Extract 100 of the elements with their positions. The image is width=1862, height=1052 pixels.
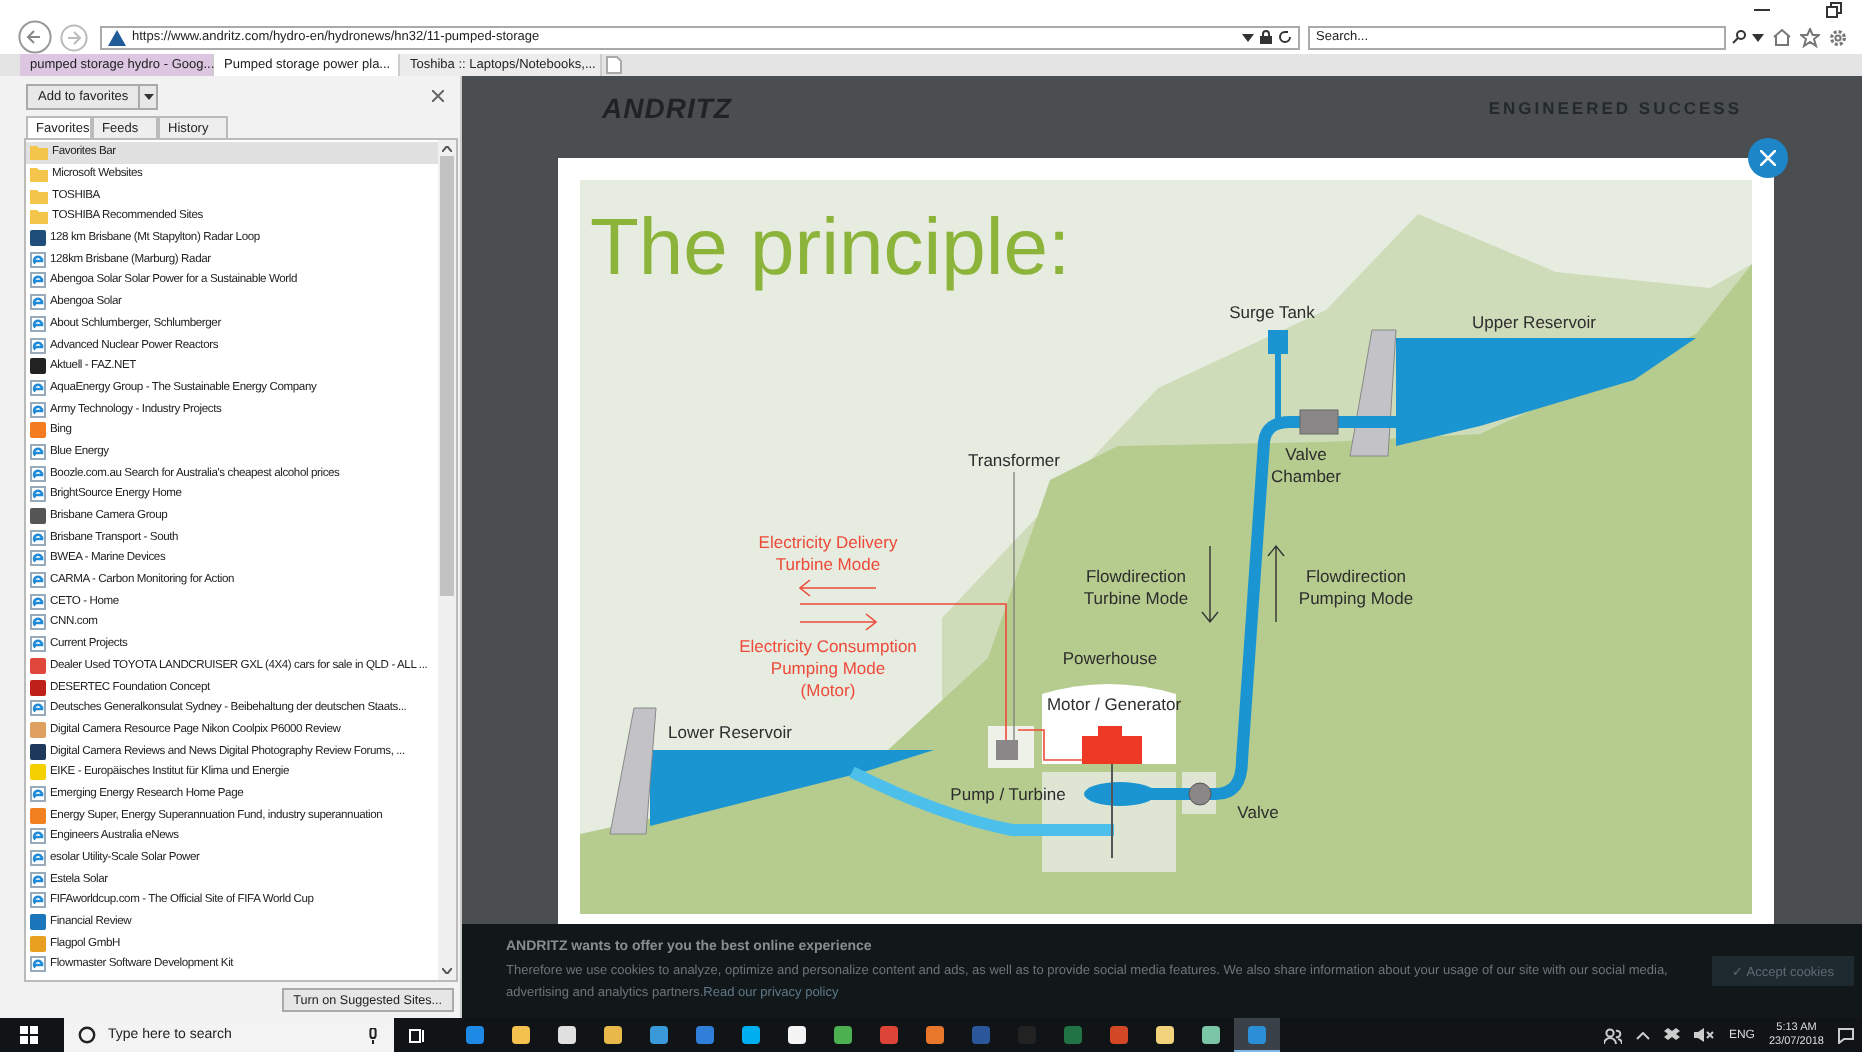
diagram-label: Valve (1237, 802, 1279, 822)
arrow-right-drawing (799, 613, 878, 631)
arrow-up-drawing (1267, 544, 1285, 623)
page-icon (30, 892, 46, 909)
page-icon (30, 294, 46, 311)
close-button[interactable] (1748, 138, 1788, 178)
site-icon (30, 508, 46, 525)
app-icon (880, 1026, 898, 1044)
scrollbar[interactable] (438, 140, 456, 980)
app-icon (972, 1026, 990, 1044)
app-icon (512, 1026, 530, 1044)
diagram-label: Pump / Turbine (950, 784, 1066, 804)
refresh-icon[interactable] (1278, 30, 1292, 44)
app-icon (1110, 1026, 1128, 1044)
diagram-label: Electricity Delivery Turbine Mode (758, 532, 898, 574)
chevron-up-icon[interactable] (1636, 1031, 1651, 1039)
settings-icon[interactable] (1828, 27, 1848, 47)
caret-icon[interactable] (1752, 33, 1764, 41)
surge-shaft-drawing (1275, 354, 1281, 422)
diagram-label: Flowdirection Pumping Mode (1298, 566, 1414, 608)
page-icon (30, 529, 46, 546)
diagram-label: Upper Reservoir (1472, 312, 1596, 332)
restore-icon[interactable] (1826, 2, 1842, 18)
arrow-left-drawing (798, 579, 877, 597)
back-icon[interactable] (18, 20, 52, 54)
caret-icon (143, 93, 154, 99)
shaft-line (1111, 759, 1113, 859)
page-icon (30, 850, 46, 867)
turbine-drawing (1084, 782, 1156, 806)
diagram-label: Surge Tank (1229, 302, 1315, 322)
page-icon (30, 315, 46, 332)
app-icon (1202, 1026, 1220, 1044)
dropdown-button[interactable] (140, 83, 159, 109)
search-icon (78, 1026, 96, 1044)
app-icon (926, 1026, 944, 1044)
app-icon (466, 1026, 484, 1044)
dam-drawing (609, 707, 657, 835)
app-icon (604, 1026, 622, 1044)
surge-tank-drawing (1268, 330, 1288, 354)
caret-icon[interactable] (1242, 33, 1254, 41)
page-icon (30, 871, 46, 888)
app-icon (558, 1026, 576, 1044)
site-icon (108, 29, 126, 45)
search-icon[interactable] (1732, 30, 1746, 44)
site-icon (30, 358, 46, 375)
box-icon[interactable] (1664, 1028, 1681, 1042)
page-icon (30, 486, 46, 503)
site-icon (30, 807, 46, 824)
app-icon (696, 1026, 714, 1044)
page-icon (30, 272, 46, 289)
diagram-label: Flowdirection Turbine Mode (1083, 566, 1189, 608)
app-icon (742, 1026, 760, 1044)
page-icon (30, 251, 46, 268)
app-icon (834, 1026, 852, 1044)
star-icon[interactable] (1800, 27, 1820, 47)
diagram-label: Motor / Generator (1046, 694, 1182, 714)
app-icon (1248, 1025, 1266, 1043)
lock-icon (1260, 30, 1272, 44)
page-icon (30, 550, 46, 567)
valve-chamber-drawing (1299, 409, 1339, 435)
task-view-icon[interactable] (408, 1027, 426, 1043)
site-icon (30, 422, 46, 439)
app-icon (1156, 1026, 1174, 1044)
page-icon (30, 379, 46, 396)
close-icon (1760, 150, 1776, 166)
diagram-label: Powerhouse (1062, 648, 1158, 668)
site-icon (30, 230, 46, 247)
scroll-thumb[interactable] (440, 156, 454, 596)
speaker-muted-icon[interactable] (1694, 1028, 1715, 1042)
page-icon (30, 443, 46, 460)
people-icon[interactable] (1604, 1027, 1623, 1043)
arrow-down-drawing (1201, 545, 1219, 624)
valve-drawing (1188, 782, 1212, 806)
microphone-icon[interactable] (368, 1027, 378, 1043)
close-icon[interactable] (432, 90, 444, 102)
home-icon[interactable] (1772, 28, 1792, 46)
generator-drawing (1082, 726, 1142, 764)
diagram-label: Transformer (968, 450, 1060, 470)
page-icon (30, 700, 46, 717)
app-icon (1064, 1026, 1082, 1044)
windows-icon[interactable] (20, 1026, 38, 1044)
page-icon (30, 614, 46, 631)
diagram-label: Electricity Consumption Pumping Mode (Motor) (739, 636, 917, 700)
notification-icon[interactable] (1838, 1027, 1854, 1043)
scroll-down-icon[interactable] (442, 968, 452, 974)
page-icon (30, 572, 46, 589)
page-icon (30, 956, 46, 973)
page-icon (30, 593, 46, 610)
page-icon (30, 785, 46, 802)
page-icon (30, 828, 46, 845)
diagram-title: The principle: (590, 204, 1071, 292)
transformer-drawing (996, 740, 1018, 760)
page-icon (30, 465, 46, 482)
page-icon (30, 636, 46, 653)
page-icon (30, 401, 46, 418)
page-icon (30, 337, 46, 354)
diagram-label: Valve Chamber (1271, 444, 1341, 486)
diagram-label: Lower Reservoir (668, 722, 792, 742)
scroll-up-icon[interactable] (442, 146, 452, 152)
app-icon (788, 1026, 806, 1044)
